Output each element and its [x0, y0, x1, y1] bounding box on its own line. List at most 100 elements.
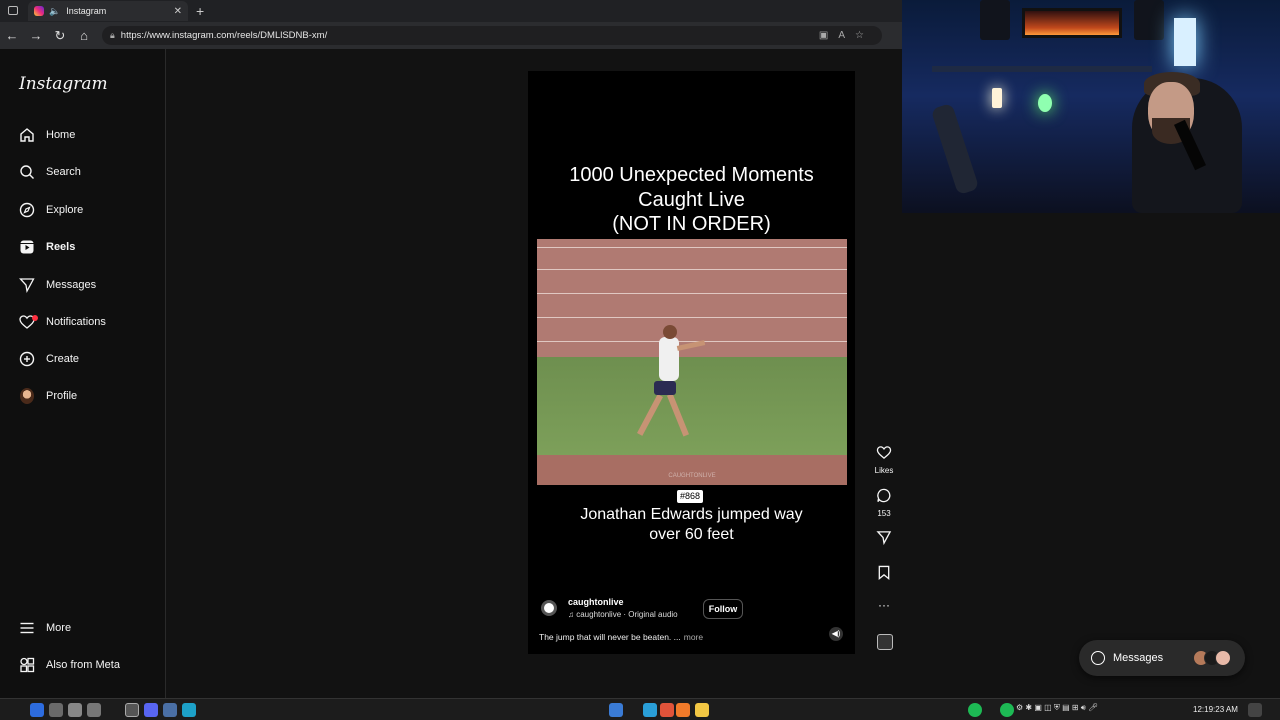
share-button[interactable] — [874, 530, 894, 550]
notification-dot — [32, 315, 38, 321]
audio-label: caughtonlive · Original audio — [576, 610, 678, 619]
tab-instagram[interactable]: 🔈 Instagram ✕ — [28, 1, 188, 21]
firefox-icon[interactable] — [676, 703, 690, 717]
message-avatars — [1193, 650, 1231, 666]
sidebar-item-label: More — [46, 622, 72, 634]
audio-thumbnail[interactable] — [877, 634, 893, 650]
discord-icon[interactable] — [144, 703, 158, 717]
sidebar-item-messages[interactable]: Messages — [18, 273, 96, 297]
save-button[interactable] — [874, 565, 894, 585]
follow-button[interactable]: Follow — [703, 599, 743, 619]
sidebar-item-home[interactable]: Home — [18, 123, 75, 147]
sidebar-item-explore[interactable]: Explore — [18, 198, 83, 222]
address-bar-actions-icon[interactable]: ▣A☆ — [819, 30, 874, 41]
taskbar-app-icon[interactable] — [49, 703, 63, 717]
meta-apps-icon — [18, 656, 36, 674]
send-icon — [876, 531, 892, 546]
reel-caption-line: Jonathan Edwards jumped way — [580, 506, 803, 523]
sidebar-item-profile[interactable]: Profile — [18, 384, 77, 408]
tab-actions-icon[interactable] — [8, 6, 18, 15]
account-name[interactable]: caughtonlive — [568, 597, 624, 607]
instagram-logo[interactable]: Instagram — [19, 74, 108, 94]
system-tray-icons[interactable]: ⚙ ✱ ▣ ◫ ⛨ ▤ ⊞ 🔊︎ 🎤︎ — [1016, 703, 1098, 713]
home-browser-icon[interactable]: ⌂ — [72, 28, 96, 43]
moment-number-badge: #868 — [677, 490, 704, 503]
instagram-sidebar: Instagram Home Search Explore Reels Mess… — [0, 49, 166, 698]
taskbar-clock[interactable]: 12:19:23 AM — [1193, 705, 1238, 714]
sidebar-item-create[interactable]: Create — [18, 347, 79, 371]
avatar — [18, 387, 36, 405]
home-icon — [18, 126, 36, 144]
taskbar-app-icon[interactable] — [643, 703, 657, 717]
url-text: https://www.instagram.com/reels/DMLlSDNB… — [120, 30, 328, 41]
comment-button[interactable]: 153 — [874, 488, 894, 518]
send-icon — [18, 276, 36, 294]
compass-icon — [18, 201, 36, 219]
reel-title-line: Caught Live — [638, 188, 745, 211]
taskbar-app-icon[interactable] — [609, 703, 623, 717]
taskbar-app-icon[interactable] — [163, 703, 177, 717]
audio-info[interactable]: ♫ caughtonlive · Original audio — [568, 610, 678, 619]
sidebar-item-label: Create — [46, 353, 80, 365]
plus-icon — [18, 350, 36, 368]
account-avatar[interactable] — [541, 600, 557, 616]
windows-app-icon[interactable] — [30, 703, 44, 717]
refresh-icon[interactable]: ↻ — [48, 28, 72, 44]
sidebar-item-label: Notifications — [46, 316, 106, 328]
search-icon — [18, 163, 36, 181]
reel-description: The jump that will never be beaten. ... m… — [539, 632, 703, 642]
windows-taskbar: ⚙ ✱ ▣ ◫ ⛨ ▤ ⊞ 🔊︎ 🎤︎ 12:19:23 AM — [0, 698, 1280, 720]
back-icon[interactable]: ← — [0, 28, 24, 43]
reel-video-frame[interactable]: CAUGHTONLIVE — [537, 239, 847, 485]
sidebar-item-label: Profile — [46, 390, 78, 402]
obs-icon[interactable] — [125, 703, 139, 717]
comment-icon — [877, 488, 891, 503]
messenger-icon — [1091, 651, 1105, 665]
new-tab-button[interactable]: + — [196, 3, 204, 19]
address-bar[interactable]: 🔒︎ https://www.instagram.com/reels/DMLlS… — [102, 26, 882, 45]
forward-icon[interactable]: → — [24, 28, 48, 43]
spotify-icon[interactable] — [968, 703, 982, 717]
webcam-overlay — [902, 0, 1280, 213]
messages-pill-label: Messages — [1113, 652, 1164, 664]
sidebar-item-also-from-meta[interactable]: Also from Meta — [18, 653, 120, 677]
taskbar-app-icon[interactable] — [68, 703, 82, 717]
heart-icon — [18, 313, 38, 331]
reel-title-line: 1000 Unexpected Moments — [569, 164, 814, 186]
sidebar-item-label: Messages — [46, 279, 97, 291]
lock-icon[interactable]: 🔒︎ — [110, 30, 115, 41]
tray-app-icon[interactable] — [1000, 703, 1014, 717]
notifications-icon[interactable] — [1248, 703, 1262, 717]
reel-title-line: (NOT IN ORDER) — [612, 213, 771, 235]
like-button[interactable]: Likes — [874, 445, 894, 475]
reel-title: 1000 Unexpected Moments Caught Live (NOT… — [528, 163, 855, 237]
reel-caption: Jonathan Edwards jumped way over 60 feet — [528, 505, 855, 545]
comments-count: 153 — [877, 509, 891, 518]
bookmark-icon — [878, 565, 890, 580]
tab-title: Instagram — [66, 6, 107, 16]
sidebar-item-reels[interactable]: Reels — [18, 235, 75, 259]
speaker-icon[interactable]: 🔈 — [49, 6, 60, 17]
edge-icon[interactable] — [182, 703, 196, 717]
close-tab-icon[interactable]: ✕ — [174, 6, 182, 17]
volume-icon[interactable]: ◀) — [829, 627, 843, 641]
sidebar-item-notifications[interactable]: Notifications — [18, 310, 106, 334]
sidebar-item-search[interactable]: Search — [18, 160, 81, 184]
video-watermark: CAUGHTONLIVE — [668, 473, 716, 479]
file-explorer-icon[interactable] — [695, 703, 709, 717]
brave-icon[interactable] — [660, 703, 674, 717]
messages-pill[interactable]: Messages — [1079, 640, 1245, 676]
sidebar-item-more[interactable]: More — [18, 616, 71, 640]
likes-label: Likes — [874, 466, 894, 475]
sidebar-item-label: Search — [46, 166, 81, 178]
sidebar-item-label: Home — [46, 129, 76, 141]
music-note-icon: ♫ — [568, 610, 577, 619]
more-options-icon[interactable]: ··· — [874, 598, 894, 612]
description-text: The jump that will never be beaten. ... — [539, 632, 681, 642]
more-link[interactable]: more — [684, 632, 703, 642]
instagram-favicon-icon — [34, 6, 44, 16]
reel-player[interactable]: 1000 Unexpected Moments Caught Live (NOT… — [528, 71, 855, 654]
reels-icon — [18, 238, 36, 256]
sidebar-item-label: Explore — [46, 204, 84, 216]
taskbar-app-icon[interactable] — [87, 703, 101, 717]
